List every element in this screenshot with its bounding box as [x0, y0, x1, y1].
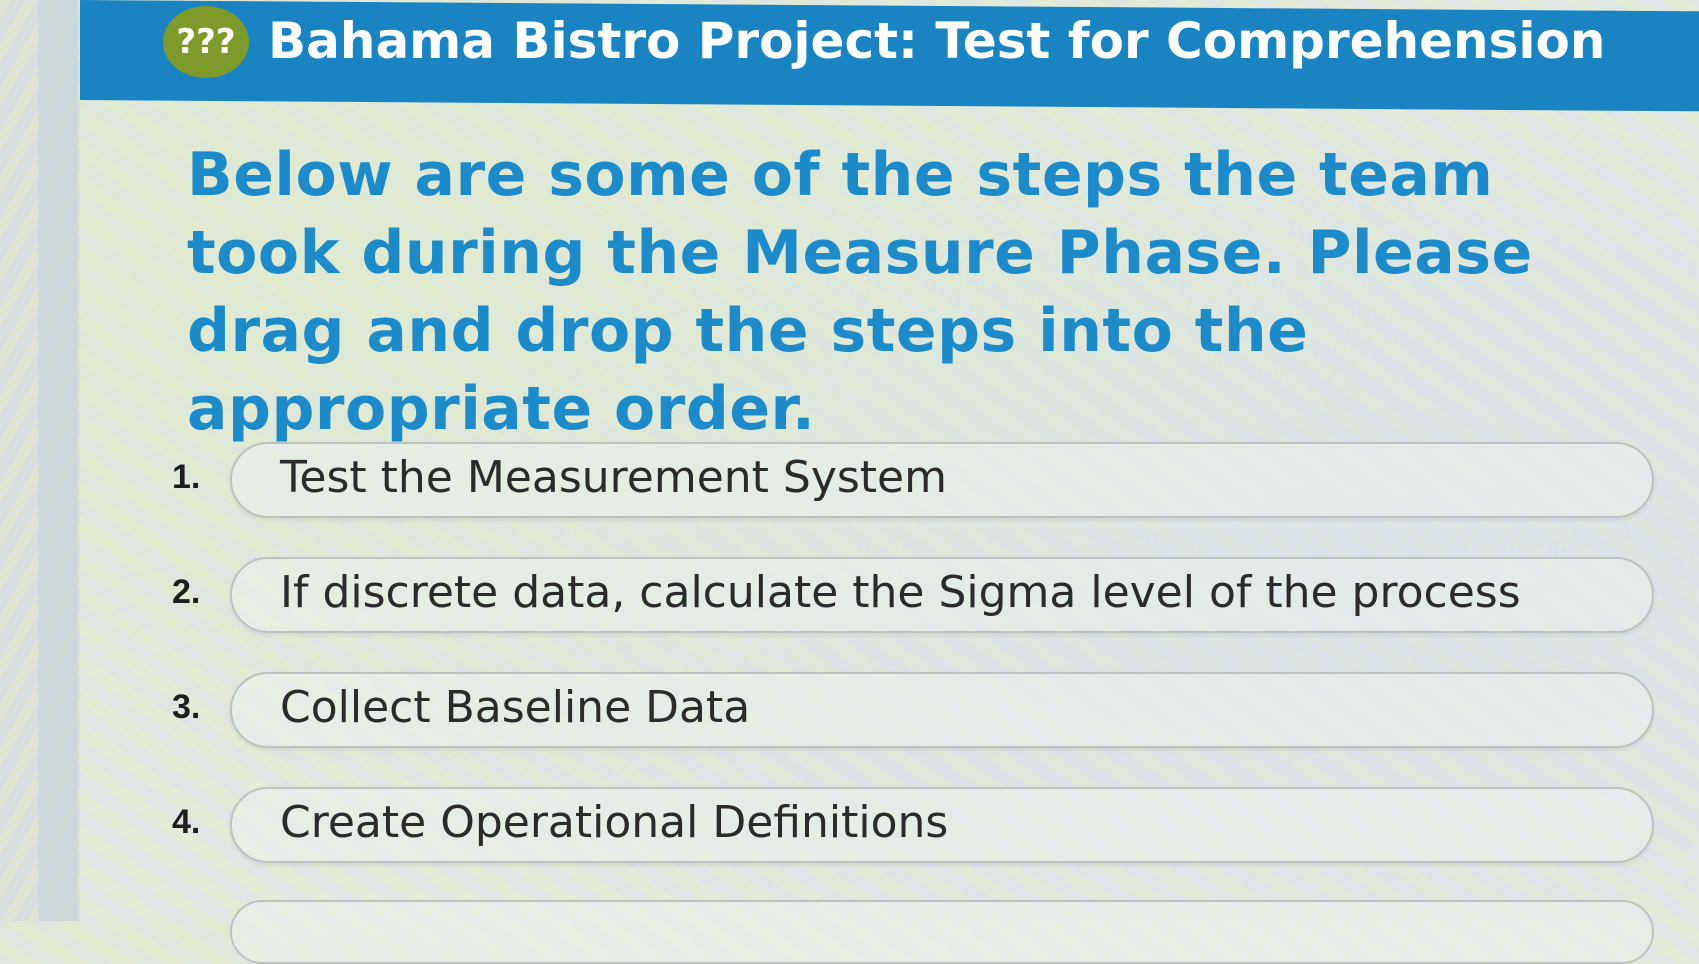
step-row-2: 2. If discrete data, calculate the Sigma… — [160, 555, 1660, 635]
step-label: If discrete data, calculate the Sigma le… — [280, 567, 1521, 618]
page-title: Bahama Bistro Project: Test for Comprehe… — [268, 12, 1606, 70]
left-rail-edge — [38, 0, 78, 921]
step-number: 1. — [172, 458, 201, 496]
step-number: 3. — [172, 688, 201, 726]
step-label: Test the Measurement System — [280, 452, 947, 503]
draggable-step-2[interactable]: If discrete data, calculate the Sigma le… — [230, 557, 1654, 633]
step-number: 4. — [172, 803, 201, 841]
draggable-step-4[interactable]: Create Operational Definitions — [230, 787, 1654, 863]
draggable-step-5-partial[interactable] — [230, 900, 1654, 964]
instructions-text: Below are some of the steps the team too… — [187, 140, 1533, 444]
step-row-1: 1. Test the Measurement System — [160, 440, 1660, 520]
step-row-3: 3. Collect Baseline Data — [160, 670, 1660, 750]
question-badge-icon: ??? — [163, 6, 249, 78]
draggable-step-3[interactable]: Collect Baseline Data — [230, 672, 1654, 748]
step-label: Collect Baseline Data — [280, 682, 751, 733]
draggable-step-1[interactable]: Test the Measurement System — [230, 442, 1654, 518]
step-label: Create Operational Definitions — [280, 797, 949, 848]
badge-text: ??? — [176, 22, 236, 62]
step-row-4: 4. Create Operational Definitions — [160, 785, 1660, 865]
step-number: 2. — [172, 573, 201, 611]
